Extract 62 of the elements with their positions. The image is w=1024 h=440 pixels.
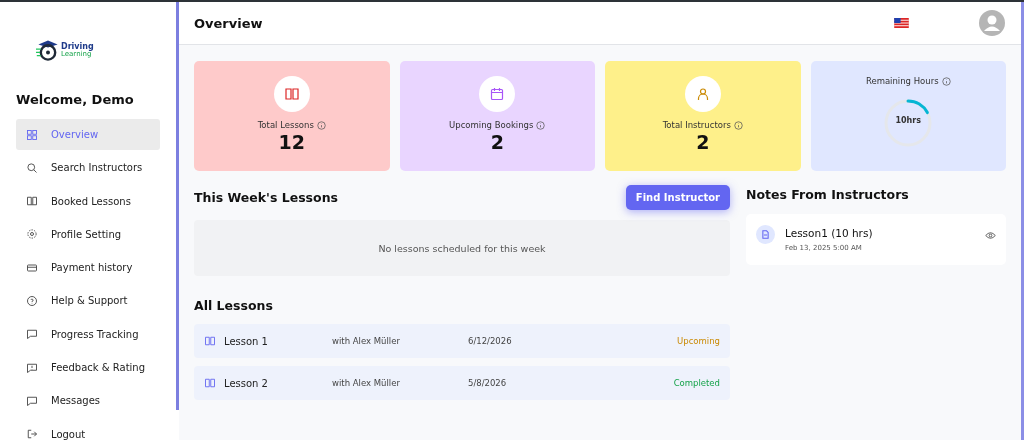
nav-item[interactable]: Overview bbox=[16, 119, 160, 150]
note-icon bbox=[756, 225, 775, 244]
nav-item[interactable]: Feedback & Rating bbox=[16, 352, 160, 384]
grid-icon bbox=[26, 128, 38, 141]
status-label: Completed bbox=[673, 378, 720, 388]
section-title: All Lessons bbox=[194, 298, 274, 313]
book-icon bbox=[204, 335, 216, 347]
person-icon bbox=[684, 76, 721, 112]
book-icon bbox=[26, 195, 38, 208]
instructor-name: with Alex Müller bbox=[332, 378, 401, 388]
stat-label: Total Instructors bbox=[662, 120, 731, 130]
stat-value: 2 bbox=[696, 131, 710, 153]
eye-icon[interactable] bbox=[985, 231, 996, 240]
nav-item[interactable]: Payment history bbox=[16, 252, 160, 284]
settings-icon bbox=[26, 228, 38, 241]
stat-value: 2 bbox=[490, 131, 504, 153]
lesson-row[interactable]: Lesson 1 with Alex Müller 6/12/2026 Upcoming bbox=[194, 324, 730, 358]
info-icon[interactable] bbox=[733, 120, 743, 130]
lesson-row[interactable]: Lesson 2 with Alex Müller 5/8/2026 Completed bbox=[194, 366, 730, 400]
progress-ring bbox=[883, 98, 934, 148]
nav-item[interactable]: Messages bbox=[16, 385, 160, 417]
nav-item[interactable]: Progress Tracking bbox=[16, 318, 160, 350]
nav-item[interactable]: Profile Setting bbox=[16, 218, 160, 250]
help-icon bbox=[26, 295, 38, 307]
search-icon bbox=[26, 161, 38, 174]
instructor-name: with Alex Müller bbox=[332, 336, 401, 346]
lesson-date: 6/12/2026 bbox=[468, 336, 512, 346]
card-icon bbox=[26, 261, 38, 274]
page-title: Overview bbox=[194, 15, 263, 31]
calendar-icon bbox=[479, 76, 516, 112]
logout-icon bbox=[26, 428, 38, 440]
lesson-name: Lesson 2 bbox=[224, 377, 269, 389]
info-icon[interactable] bbox=[536, 120, 546, 130]
logo-text: Driving bbox=[61, 42, 94, 51]
welcome-heading: Welcome, Demo bbox=[16, 92, 135, 107]
info-icon[interactable] bbox=[941, 76, 951, 86]
book-icon bbox=[273, 76, 310, 112]
book-icon bbox=[204, 377, 216, 389]
empty-message: No lessons scheduled for this week bbox=[378, 242, 546, 254]
lesson-date: 5/8/2026 bbox=[468, 378, 507, 388]
find-instructor-button[interactable]: Find Instructor bbox=[625, 185, 730, 210]
stat-label: Remaining Hours bbox=[865, 76, 939, 86]
nav-item[interactable]: Booked Lessons bbox=[16, 185, 160, 217]
flag-icon[interactable] bbox=[894, 18, 909, 28]
stat-value: 12 bbox=[278, 131, 305, 153]
status-label: Upcoming bbox=[677, 336, 720, 346]
stat-label: Upcoming Bookings bbox=[449, 120, 534, 130]
avatar-icon[interactable] bbox=[979, 10, 1005, 36]
nav-item[interactable]: Help & Support bbox=[16, 285, 160, 317]
chat-icon bbox=[26, 394, 38, 407]
section-title: Notes From Instructors bbox=[746, 187, 910, 202]
lesson-name: Lesson 1 bbox=[224, 335, 269, 347]
chat-icon bbox=[26, 328, 38, 341]
note-title: Lesson1 (10 hrs) bbox=[785, 227, 874, 239]
steering-wheel-icon bbox=[36, 38, 60, 62]
nav-item[interactable]: Search Instructors bbox=[16, 152, 160, 184]
stat-label: Total Lessons bbox=[257, 120, 314, 130]
ring-value: 10hrs bbox=[894, 116, 922, 125]
section-title: This Week's Lessons bbox=[194, 190, 338, 205]
feedback-icon bbox=[26, 361, 38, 374]
info-icon[interactable] bbox=[316, 120, 326, 130]
nav-item[interactable]: Logout bbox=[16, 418, 160, 440]
